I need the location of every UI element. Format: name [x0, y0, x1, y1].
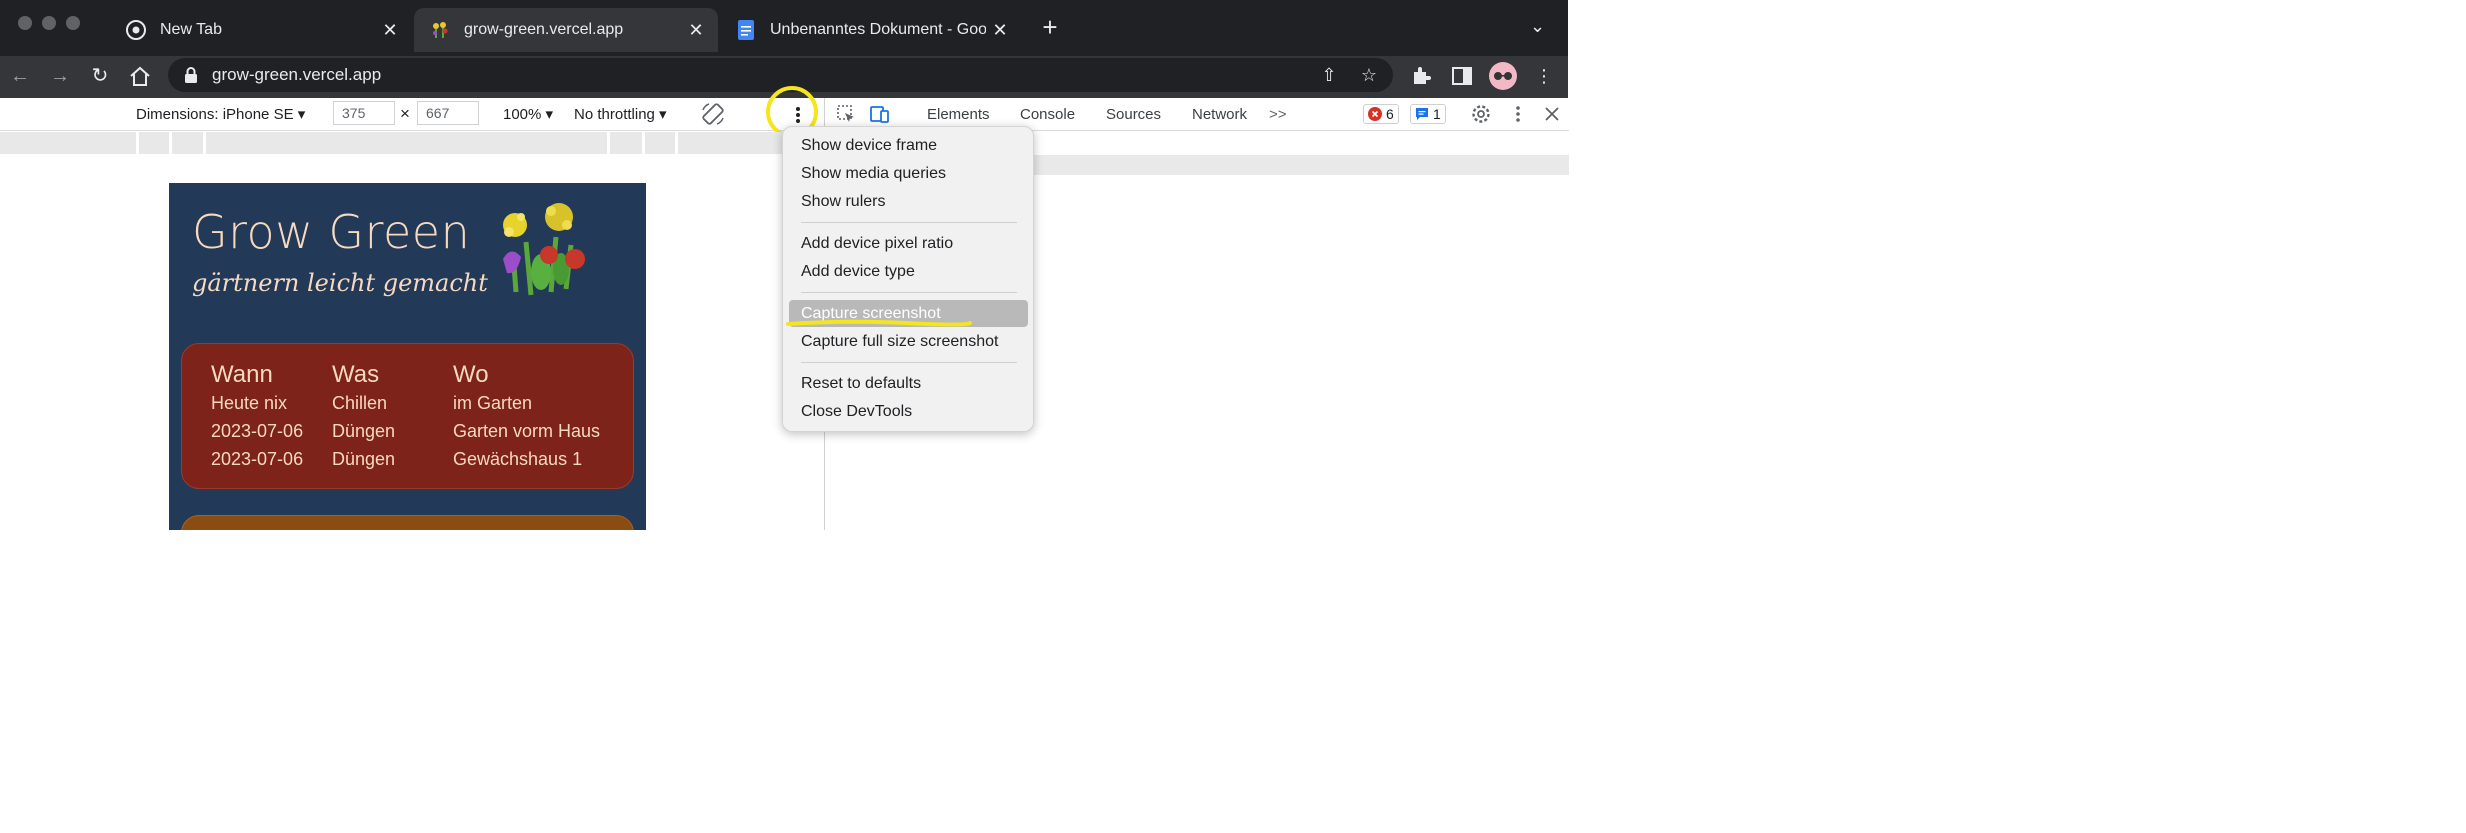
throttling-value: No throttling: [574, 106, 655, 123]
share-icon[interactable]: ⇧: [1318, 64, 1340, 86]
menu-item-capture-full-size-screenshot[interactable]: Capture full size screenshot: [801, 333, 998, 351]
back-arrow-icon[interactable]: ←: [6, 62, 34, 90]
app-subtitle: gärtnern leicht gemacht: [192, 269, 488, 297]
cell-was: Düngen: [332, 449, 396, 469]
close-icon[interactable]: ✕: [376, 20, 404, 41]
message-icon: [1416, 108, 1428, 120]
tab-title: grow-green.vercel.app: [464, 21, 624, 38]
tab-title: New Tab: [160, 21, 222, 38]
column-header-was: Was: [332, 361, 380, 388]
zoom-value: 100%: [503, 106, 542, 123]
width-input[interactable]: 375: [333, 101, 395, 125]
close-icon[interactable]: ✕: [986, 20, 1014, 41]
device-options-menu: Show device frame Show media queries Sho…: [782, 126, 1034, 432]
menu-separator: [801, 222, 1017, 223]
close-devtools-icon[interactable]: [1541, 103, 1563, 125]
flowers-favicon: [433, 22, 448, 38]
menu-separator: [801, 292, 1017, 293]
more-tabs-chevron-icon[interactable]: >>: [1269, 106, 1287, 123]
bookmark-star-icon[interactable]: ☆: [1358, 64, 1380, 86]
forward-arrow-icon[interactable]: →: [46, 62, 74, 90]
menu-item-reset-to-defaults[interactable]: Reset to defaults: [801, 375, 921, 393]
menu-item-add-device-pixel-ratio[interactable]: Add device pixel ratio: [801, 235, 953, 253]
menu-item-show-rulers[interactable]: Show rulers: [801, 193, 885, 211]
window-close-dot[interactable]: [18, 16, 32, 30]
second-card: [181, 515, 634, 530]
menu-item-show-device-frame[interactable]: Show device frame: [801, 137, 937, 155]
google-docs-icon: [738, 20, 754, 40]
rotate-icon[interactable]: [700, 101, 726, 127]
dimensions-label: Dimensions: iPhone SE: [136, 106, 294, 123]
new-tab-plus-icon[interactable]: +: [1036, 14, 1064, 42]
lock-icon[interactable]: [182, 66, 200, 84]
chrome-icon: [126, 20, 146, 40]
column-header-wo: Wo: [453, 361, 489, 388]
sunglasses-icon: [1494, 72, 1512, 80]
tab-google-docs[interactable]: Unbenanntes Dokument - Goog ✕: [720, 8, 1022, 52]
devtools-menu-icon[interactable]: [1507, 103, 1529, 125]
home-icon[interactable]: [128, 65, 152, 89]
close-icon[interactable]: ✕: [682, 20, 710, 41]
tab-title: Unbenanntes Dokument - Goog: [770, 21, 986, 38]
tab-sources[interactable]: Sources: [1106, 106, 1161, 123]
cell-was: Chillen: [332, 393, 388, 413]
dimension-separator: ×: [400, 104, 410, 123]
app-title: Grow Green: [192, 205, 471, 259]
tab-new-tab[interactable]: New Tab ✕: [110, 8, 412, 52]
tab-strip: New Tab ✕ grow-green.vercel.app ✕ Unbena…: [0, 0, 1568, 56]
message-count: 1: [1433, 106, 1441, 122]
tab-elements[interactable]: Elements: [927, 106, 990, 123]
menu-separator: [801, 362, 1017, 363]
settings-gear-icon[interactable]: [1470, 103, 1492, 125]
tab-grow-green[interactable]: grow-green.vercel.app ✕: [414, 8, 718, 52]
tasks-card: Wann Was Wo Heute nix Chillen im Garten …: [181, 343, 634, 489]
cell-was: Düngen: [332, 421, 396, 441]
flowers-logo: [503, 203, 585, 296]
cell-wo: im Garten: [453, 393, 533, 413]
chrome-menu-icon[interactable]: ⋮: [1532, 64, 1556, 88]
cell-wann: 2023-07-06: [211, 449, 304, 469]
inspect-element-icon[interactable]: [835, 103, 857, 125]
throttling-select[interactable]: No throttling ▾: [574, 105, 667, 123]
menu-item-close-devtools[interactable]: Close DevTools: [801, 403, 912, 421]
window-zoom-dot[interactable]: [66, 16, 80, 30]
window-minimize-dot[interactable]: [42, 16, 56, 30]
cell-wann: Heute nix: [211, 393, 288, 413]
extensions-puzzle-icon[interactable]: [1410, 64, 1434, 88]
error-icon: [1368, 107, 1382, 121]
device-viewport: Grow Green gärtnern leicht gemacht Wann …: [0, 132, 824, 530]
cell-wo: Gewächshaus 1: [453, 449, 583, 469]
url-text: grow-green.vercel.app: [212, 65, 382, 84]
menu-item-add-device-type[interactable]: Add device type: [801, 263, 915, 281]
cell-wann: 2023-07-06: [211, 421, 304, 441]
error-badge[interactable]: 6: [1363, 104, 1399, 124]
address-bar[interactable]: grow-green.vercel.app ⇧ ☆: [168, 58, 1393, 92]
app-screen: Grow Green gärtnern leicht gemacht Wann …: [169, 183, 646, 530]
annotation-underline: [786, 319, 972, 327]
tab-network[interactable]: Network: [1192, 106, 1247, 123]
tab-search-chevron-icon[interactable]: ⌄: [1530, 16, 1545, 37]
zoom-select[interactable]: 100% ▾: [503, 105, 553, 123]
error-count: 6: [1386, 106, 1394, 122]
profile-avatar[interactable]: [1489, 62, 1517, 90]
message-badge[interactable]: 1: [1410, 104, 1446, 124]
device-toggle-icon[interactable]: [869, 103, 891, 125]
device-toolbar: Dimensions: iPhone SE ▾ 375 × 667 100% ▾…: [0, 98, 824, 131]
column-header-wann: Wann: [211, 361, 273, 388]
menu-item-show-media-queries[interactable]: Show media queries: [801, 165, 946, 183]
elements-selected-row: [1005, 155, 1569, 175]
tab-console[interactable]: Console: [1020, 106, 1075, 123]
dimensions-select[interactable]: Dimensions: iPhone SE ▾: [136, 105, 305, 123]
cell-wo: Garten vorm Haus: [453, 421, 601, 441]
height-input[interactable]: 667: [417, 101, 479, 125]
media-query-ruler: [0, 132, 824, 154]
reload-icon[interactable]: ↻: [86, 62, 114, 90]
side-panel-icon[interactable]: [1450, 64, 1474, 88]
